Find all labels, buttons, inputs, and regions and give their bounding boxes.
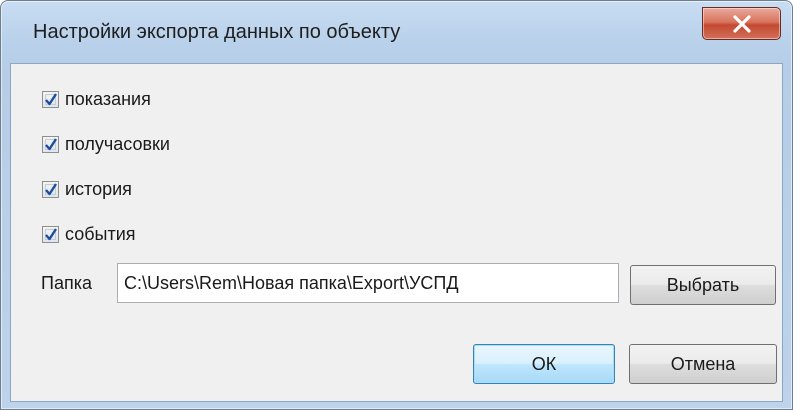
- checkbox-row-readings[interactable]: показания: [42, 88, 151, 110]
- window-title: Настройки экспорта данных по объекту: [33, 21, 401, 43]
- checkmark-icon: [45, 137, 58, 150]
- folder-label: Папка: [41, 273, 92, 293]
- checkbox-label: показания: [65, 88, 151, 109]
- checkmark-icon: [45, 92, 58, 105]
- checkbox-readings[interactable]: [42, 90, 59, 108]
- checkbox-row-half-hours[interactable]: получасовки: [42, 133, 170, 155]
- close-button[interactable]: [702, 7, 781, 40]
- checkbox-events[interactable]: [42, 225, 59, 243]
- checkbox-history[interactable]: [42, 180, 59, 198]
- checkbox-half-hours[interactable]: [42, 135, 59, 153]
- checkbox-row-history[interactable]: история: [42, 178, 132, 200]
- dialog-window: Настройки экспорта данных по объекту пок…: [0, 0, 793, 410]
- cancel-button[interactable]: Отмена: [629, 344, 777, 384]
- choose-folder-button[interactable]: Выбрать: [630, 265, 776, 305]
- checkbox-row-events[interactable]: события: [42, 223, 136, 245]
- close-icon: [733, 15, 751, 33]
- ok-button[interactable]: ОК: [473, 344, 615, 384]
- checkbox-label: история: [65, 178, 132, 199]
- checkbox-label: получасовки: [65, 133, 170, 154]
- checkbox-label: события: [65, 223, 136, 244]
- title-bar[interactable]: Настройки экспорта данных по объекту: [1, 1, 792, 63]
- dialog-body: показания получасовки история события Па…: [10, 63, 783, 402]
- checkmark-icon: [45, 227, 58, 240]
- folder-path-input[interactable]: C:\Users\Rem\Новая папка\Export\УСПД: [117, 263, 619, 303]
- checkmark-icon: [45, 182, 58, 195]
